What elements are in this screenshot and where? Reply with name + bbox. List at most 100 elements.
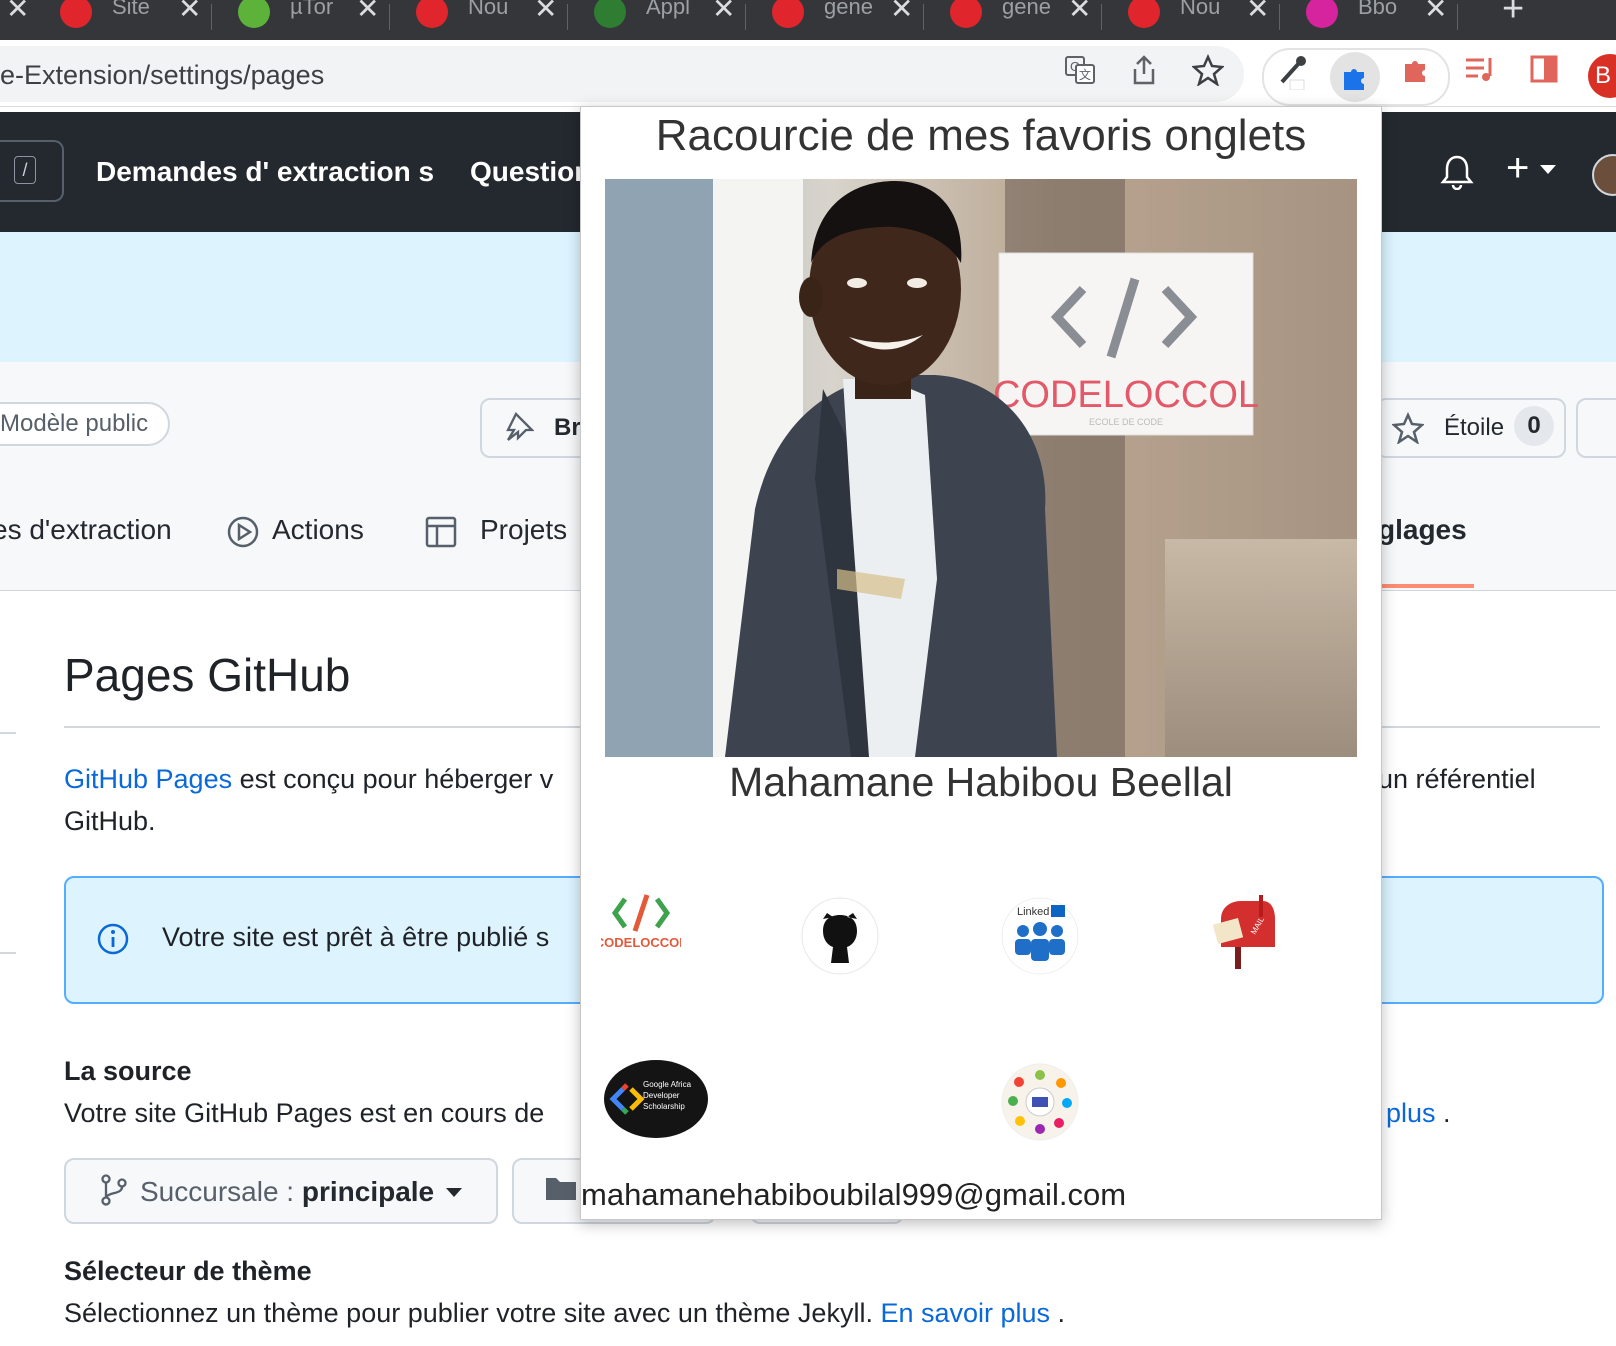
source-learn-more-link[interactable]: plus [1386, 1098, 1436, 1128]
browser-tab[interactable]: gene ✕ [930, 0, 1102, 40]
git-branch-icon [100, 1174, 128, 1213]
star-icon [1391, 411, 1425, 451]
tab-separator [1279, 4, 1280, 30]
codeloccol-label: CODELOCCOL [601, 935, 681, 950]
tab-separator [567, 4, 568, 30]
tab-actions[interactable]: Actions [226, 514, 364, 549]
utorrent-icon [238, 0, 270, 28]
search-field[interactable]: / [0, 140, 64, 202]
close-tab-icon[interactable]: ✕ [178, 0, 201, 25]
puzzle-extension-icon[interactable] [1396, 54, 1436, 94]
tab-separator [389, 4, 390, 30]
mailbox-icon: MAIL [1201, 891, 1281, 971]
browser-tab[interactable]: Bbo ✕ [1286, 0, 1458, 40]
star-dropdown-button[interactable] [1576, 398, 1616, 458]
play-circle-icon [227, 516, 259, 547]
pin-icon [504, 412, 535, 449]
close-tab-icon[interactable]: ✕ [534, 0, 557, 25]
translate-icon[interactable]: G文 [1060, 54, 1100, 94]
share-icon[interactable] [1124, 54, 1164, 94]
close-tab-icon[interactable]: ✕ [356, 0, 379, 25]
tab-pull-requests[interactable]: es d'extraction [0, 514, 172, 546]
nav-pull-requests[interactable]: Demandes d' extraction s [96, 156, 434, 188]
eyedropper-extension-icon[interactable] [1272, 54, 1312, 94]
visibility-label: Modèle public [0, 410, 149, 437]
tab-title: µTor [290, 0, 334, 19]
profile-avatar[interactable]: B [1588, 54, 1616, 98]
address-bar[interactable]: e-Extension/settings/pages G文 [0, 46, 1244, 102]
github-icon [801, 897, 879, 975]
google-africa-icon: Google Africa Developer Scholarship [604, 1060, 708, 1138]
browser-tab[interactable]: Site ✕ [40, 0, 212, 40]
page-title: Pages GitHub [64, 649, 351, 701]
plus-icon: + [1506, 146, 1530, 190]
tab-settings[interactable]: glages [1378, 514, 1467, 546]
branch-prefix: Succursale : [140, 1176, 302, 1207]
tab-separator [211, 4, 212, 30]
publish-ready-text: Votre site est prêt à être publié s [162, 922, 550, 952]
community-link[interactable] [1001, 1063, 1081, 1143]
email-link[interactable]: MAIL [1201, 891, 1281, 971]
tab-title: Nou [468, 0, 509, 19]
address-url[interactable]: e-Extension/settings/pages [0, 60, 324, 91]
star-count: 0 [1514, 406, 1554, 446]
tab-projects[interactable]: Projets [424, 514, 567, 549]
browser-tab[interactable]: Appl ✕ [574, 0, 746, 40]
bell-icon[interactable] [1440, 154, 1474, 195]
theme-chooser-heading: Sélecteur de thème [64, 1256, 312, 1286]
linkedin-link[interactable]: Linked [1001, 897, 1081, 977]
close-tab-icon[interactable]: ✕ [6, 0, 29, 25]
reading-list-icon[interactable] [1460, 54, 1500, 94]
folder-icon [544, 1174, 578, 1209]
user-avatar[interactable] [1592, 154, 1616, 196]
chevron-down-icon [446, 1188, 462, 1197]
linkedin-label: Linked [1017, 906, 1049, 918]
puzzle-extension-icon-active[interactable] [1330, 52, 1380, 102]
tab-separator [1457, 4, 1458, 30]
branch-name: principale [301, 1176, 435, 1207]
slash-shortcut-icon: / [14, 156, 36, 184]
star-button[interactable]: Étoile 0 [1376, 398, 1566, 458]
opera-icon [950, 0, 982, 28]
intro-sentence: est conçu pour héberger v [232, 764, 554, 794]
close-tab-icon[interactable]: ✕ [1246, 0, 1269, 25]
github-link[interactable] [801, 897, 881, 977]
browser-tab[interactable]: µTor ✕ [218, 0, 390, 40]
star-label: Étoile [1444, 414, 1505, 441]
theme-sentence: Sélectionnez un thème pour publier votre… [64, 1298, 881, 1328]
branch-select-button[interactable]: Succursale : principale [64, 1158, 498, 1224]
bookmark-star-icon[interactable] [1188, 53, 1228, 94]
tab-separator [745, 4, 746, 30]
side-panel-icon[interactable] [1524, 54, 1564, 94]
source-text: Votre site GitHub Pages est en cours de [64, 1098, 545, 1128]
codeloccol-icon: CODELOCCOL [595, 883, 687, 963]
visibility-badge: Modèle public [0, 402, 170, 446]
google-africa-link[interactable]: Google Africa Developer Scholarship [603, 1059, 709, 1139]
github-pages-link[interactable]: GitHub Pages [64, 764, 232, 794]
browser-tab[interactable]: Nou ✕ [1108, 0, 1280, 40]
new-tab-button[interactable]: + [1502, 0, 1524, 31]
table-icon [425, 516, 457, 547]
codeloccol-link[interactable]: CODELOCCOL [595, 883, 687, 963]
codeloccol-icon [594, 0, 626, 28]
popup-title: Racourcie de mes favoris onglets [655, 111, 1307, 160]
close-tab-icon[interactable]: ✕ [712, 0, 735, 25]
browser-tab[interactable]: Nou ✕ [396, 0, 568, 40]
intro-text: GitHub Pages est conçu pour héberger v [64, 764, 553, 795]
browser-toolbar: e-Extension/settings/pages G文 B [0, 40, 1616, 107]
close-tab-icon[interactable]: ✕ [890, 0, 913, 25]
theme-learn-more-link[interactable]: En savoir plus [880, 1298, 1050, 1328]
tab-label: Projets [480, 514, 568, 545]
tab-label: es d'extraction [0, 514, 172, 545]
close-tab-icon[interactable]: ✕ [1424, 0, 1447, 25]
sign-subtext: ECOLE DE CODE [1089, 417, 1163, 427]
opera-icon [1128, 0, 1160, 28]
close-tab-icon[interactable]: ✕ [1068, 0, 1091, 25]
intro-text-line2: GitHub. [64, 806, 156, 836]
community-icon [1001, 1063, 1079, 1141]
tab-title: Nou [1180, 0, 1221, 19]
tab-label: glages [1378, 514, 1467, 545]
browser-tab[interactable]: gene ✕ [752, 0, 924, 40]
source-learn-more: plus . [1386, 1098, 1451, 1129]
create-new-button[interactable]: + [1506, 146, 1557, 191]
